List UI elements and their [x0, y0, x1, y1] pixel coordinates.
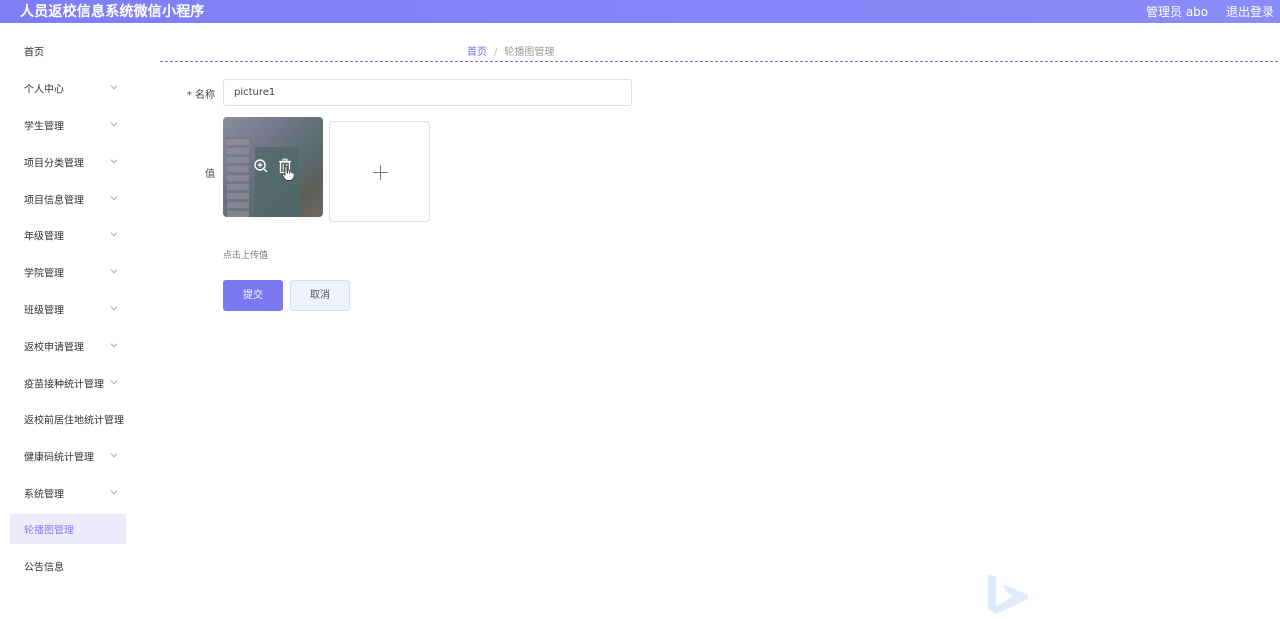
- upload-add-button[interactable]: [329, 121, 430, 222]
- sidebar-item-label: 系统管理: [24, 489, 64, 501]
- uploaded-image-thumbnail: [223, 117, 323, 217]
- name-input[interactable]: picture1: [223, 79, 632, 106]
- sidebar-item-label: 返校申请管理: [24, 342, 84, 354]
- sidebar-item-system[interactable]: 系统管理: [10, 475, 126, 512]
- upload-hint: 点击上传值: [223, 251, 269, 261]
- sidebar-item-label: 疫苗接种统计管理: [24, 379, 104, 391]
- chevron-down-icon: [110, 453, 118, 458]
- header-actions: 管理员 abo 退出登录: [1132, 3, 1274, 20]
- breadcrumb-separator: /: [494, 47, 498, 58]
- sidebar-item-label: 轮播图管理: [24, 525, 74, 537]
- sidebar-item-announcements[interactable]: 公告信息: [10, 547, 126, 584]
- chevron-down-icon: [110, 379, 118, 384]
- plus-icon: [380, 165, 381, 180]
- sidebar-item-label: 学生管理: [24, 121, 64, 133]
- sidebar-item-label: 首页: [24, 47, 44, 59]
- sidebar-item-home[interactable]: 首页: [10, 33, 126, 70]
- sidebar-item-project-category[interactable]: 项目分类管理: [10, 143, 126, 180]
- name-field-label: * 名称: [186, 90, 215, 101]
- sidebar-item-label: 学院管理: [24, 268, 64, 280]
- sidebar-item-label: 年级管理: [24, 231, 64, 243]
- chevron-down-icon: [110, 343, 118, 348]
- sidebar-item-label: 项目信息管理: [24, 195, 84, 207]
- sidebar-item-project-info[interactable]: 项目信息管理: [10, 180, 126, 217]
- sidebar-item-label: 公告信息: [24, 562, 64, 574]
- sidebar-item-label: 项目分类管理: [24, 158, 84, 170]
- zoom-in-icon[interactable]: [253, 158, 269, 174]
- sidebar-item-grade[interactable]: 年级管理: [10, 217, 126, 254]
- user-label: 管理员 abo: [1146, 5, 1209, 19]
- sidebar-item-class[interactable]: 班级管理: [10, 291, 126, 328]
- chevron-down-icon: [110, 122, 118, 127]
- breadcrumb: 首页 / 轮播图管理: [467, 43, 554, 58]
- chevron-down-icon: [110, 159, 118, 164]
- sidebar-item-return-application[interactable]: 返校申请管理: [10, 327, 126, 364]
- sidebar-item-personal-center[interactable]: 个人中心: [10, 70, 126, 107]
- breadcrumb-current: 轮播图管理: [504, 47, 555, 58]
- chevron-down-icon: [110, 195, 118, 200]
- chevron-down-icon: [110, 85, 118, 90]
- chevron-down-icon: [110, 232, 118, 237]
- sidebar-item-label: 健康码统计管理: [24, 452, 94, 464]
- logout-link[interactable]: 退出登录: [1226, 5, 1274, 19]
- sidebar-item-label: 个人中心: [24, 84, 64, 96]
- chevron-down-icon: [110, 306, 118, 311]
- sidebar-item-health-code-stats[interactable]: 健康码统计管理: [10, 438, 126, 475]
- cancel-button[interactable]: 取消: [290, 280, 350, 311]
- chevron-down-icon: [110, 269, 118, 274]
- breadcrumb-divider: [160, 61, 1278, 62]
- sidebar-item-college[interactable]: 学院管理: [10, 254, 126, 291]
- submit-button[interactable]: 提交: [223, 280, 283, 311]
- hand-cursor-icon: [282, 166, 294, 181]
- chevron-down-icon: [110, 490, 118, 495]
- sidebar-item-residence-stats[interactable]: 返校前居住地统计管理: [10, 401, 126, 438]
- sidebar-item-label: 班级管理: [24, 305, 64, 317]
- top-header-bar: 人员返校信息系统微信小程序 管理员 abo 退出登录: [0, 0, 1280, 23]
- value-field-label: 值: [205, 169, 215, 180]
- sidebar-menu: 首页 个人中心 学生管理 项目分类管理 项目信息管理 年级管理 学院管理 班级管…: [10, 33, 126, 584]
- bing-watermark-icon: [988, 574, 1028, 614]
- sidebar-item-vaccine-stats[interactable]: 疫苗接种统计管理: [10, 364, 126, 401]
- breadcrumb-home-link[interactable]: 首页: [467, 47, 487, 58]
- sidebar-item-carousel[interactable]: 轮播图管理: [10, 514, 126, 545]
- thumbnail-hover-overlay: [223, 117, 323, 217]
- app-title: 人员返校信息系统微信小程序: [20, 4, 205, 20]
- sidebar-item-students[interactable]: 学生管理: [10, 107, 126, 144]
- sidebar-item-label: 返校前居住地统计管理: [24, 415, 124, 427]
